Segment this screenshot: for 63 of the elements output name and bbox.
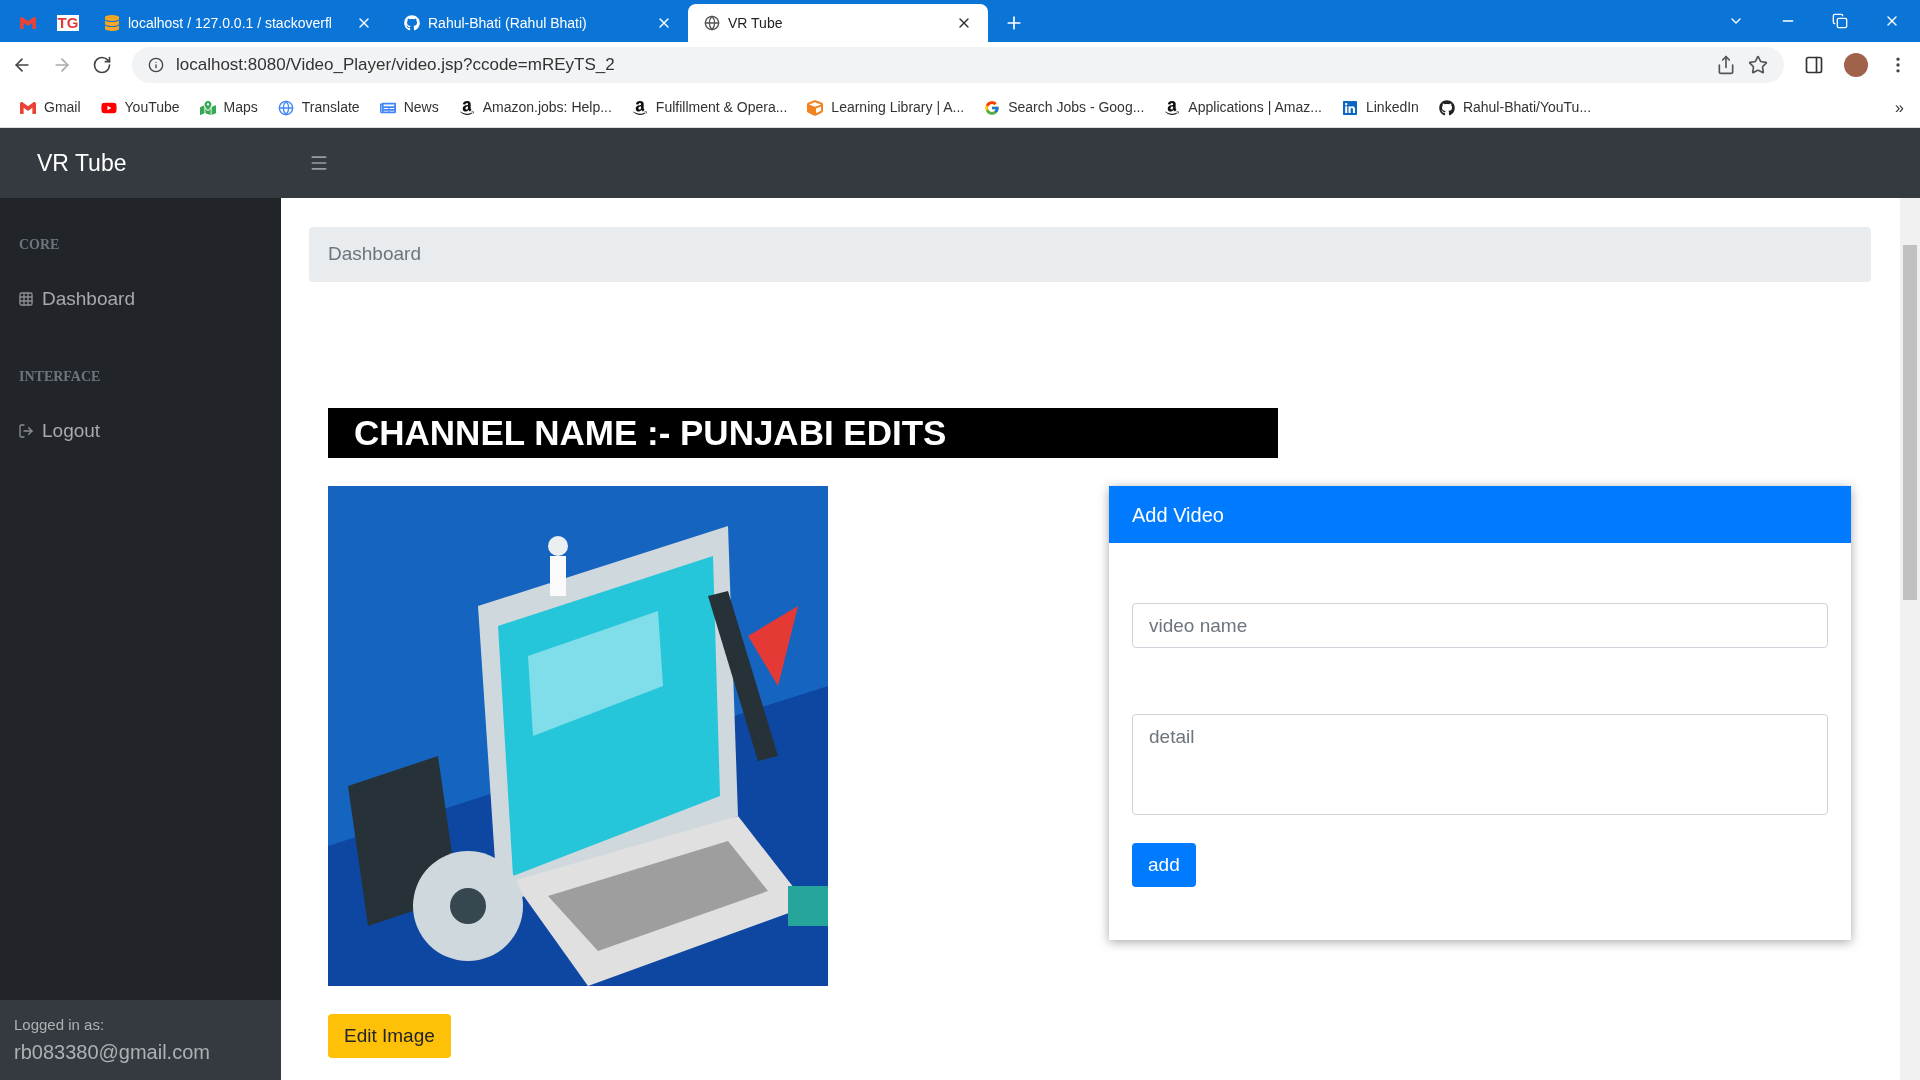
browser-tab[interactable]: TG (48, 4, 88, 42)
card-header: Add Video (1109, 486, 1851, 543)
bookmark[interactable]: Applications | Amaz... (1164, 97, 1322, 118)
linkedin-icon (1341, 99, 1358, 116)
scrollbar-thumb[interactable] (1903, 245, 1917, 600)
cube-icon (807, 99, 824, 116)
share-icon[interactable] (1716, 55, 1736, 75)
detail-field[interactable]: detail (1132, 714, 1828, 815)
amazon-icon (1164, 99, 1181, 116)
google-icon (984, 99, 1001, 116)
section-heading: INTERFACE (18, 367, 102, 386)
sidebar-item[interactable]: Dashboard (0, 285, 281, 314)
tab-logo: TG (56, 15, 80, 31)
restore-icon[interactable] (1832, 13, 1848, 29)
edit-image-button[interactable]: Edit Image (328, 1014, 451, 1058)
globe-icon (704, 15, 720, 31)
mail-icon (20, 15, 36, 31)
reload-icon[interactable] (92, 55, 112, 75)
bookmark[interactable]: Fulfillment & Opera... (631, 97, 788, 118)
video-name-field[interactable]: video name (1132, 603, 1828, 648)
bookmark[interactable]: Translate (277, 97, 360, 118)
user-email: rb083380@gmail.com (14, 1039, 211, 1065)
browser-tab[interactable]: localhost / 127.0.0.1 / stackoverfl (88, 4, 388, 42)
logged-in-caption: Logged in as: (14, 1015, 106, 1035)
add-button[interactable]: add (1132, 843, 1196, 887)
more-bookmarks[interactable]: » (1895, 95, 1904, 120)
bookmark[interactable]: Learning Library | A... (807, 97, 965, 118)
sidebar-item[interactable]: Logout (0, 416, 281, 445)
grid-icon (18, 291, 34, 308)
map-icon (199, 99, 216, 116)
mail-icon (20, 99, 36, 116)
bookmark[interactable]: LinkedIn (1341, 97, 1419, 118)
github-icon (1438, 99, 1455, 116)
info-icon[interactable] (148, 57, 164, 73)
bookmark[interactable]: Amazon.jobs: Help... (458, 97, 612, 118)
tab-title: localhost / 127.0.0.1 / stackoverfl (128, 13, 333, 33)
github-icon (404, 15, 420, 31)
browser-tab[interactable]: Rahul-Bhati (Rahul Bhati) (388, 4, 688, 42)
side-panel-icon[interactable] (1804, 55, 1824, 75)
bookmark[interactable]: Gmail (20, 97, 81, 118)
bookmark[interactable]: News (379, 97, 439, 118)
globe-icon (277, 99, 294, 116)
channel-banner: CHANNEL NAME :- PUNJABI EDITS (328, 408, 1278, 458)
avatar[interactable] (1844, 53, 1868, 77)
tab-title: Rahul-Bhati (Rahul Bhati) (428, 13, 588, 33)
tab-title: VR Tube (728, 13, 784, 33)
logout-icon (18, 422, 34, 439)
amazon-icon (631, 99, 648, 116)
address-bar[interactable]: localhost:8080/Video_Player/video.jsp?ccode=mREyTS_2 (132, 47, 1784, 83)
scrollbar[interactable] (1900, 198, 1920, 1080)
breadcrumb: Dashboard (309, 227, 1871, 282)
bookmark[interactable]: Rahul-Bhati/YouTu... (1438, 97, 1592, 118)
section-heading: CORE (18, 236, 61, 254)
star-icon[interactable] (1748, 55, 1768, 75)
menu-icon[interactable] (309, 153, 329, 173)
database-icon (104, 15, 120, 31)
browser-tab[interactable]: VR Tube (688, 4, 988, 42)
bookmark[interactable]: Maps (199, 97, 258, 118)
brand-title[interactable]: VR Tube (0, 145, 281, 181)
bookmark[interactable]: Search Jobs - Goog... (984, 97, 1145, 118)
bookmark[interactable]: YouTube (100, 97, 180, 118)
url-text: localhost:8080/Video_Player/video.jsp?ccode=mREyTS_2 (176, 54, 616, 77)
amazon-icon (458, 99, 475, 116)
